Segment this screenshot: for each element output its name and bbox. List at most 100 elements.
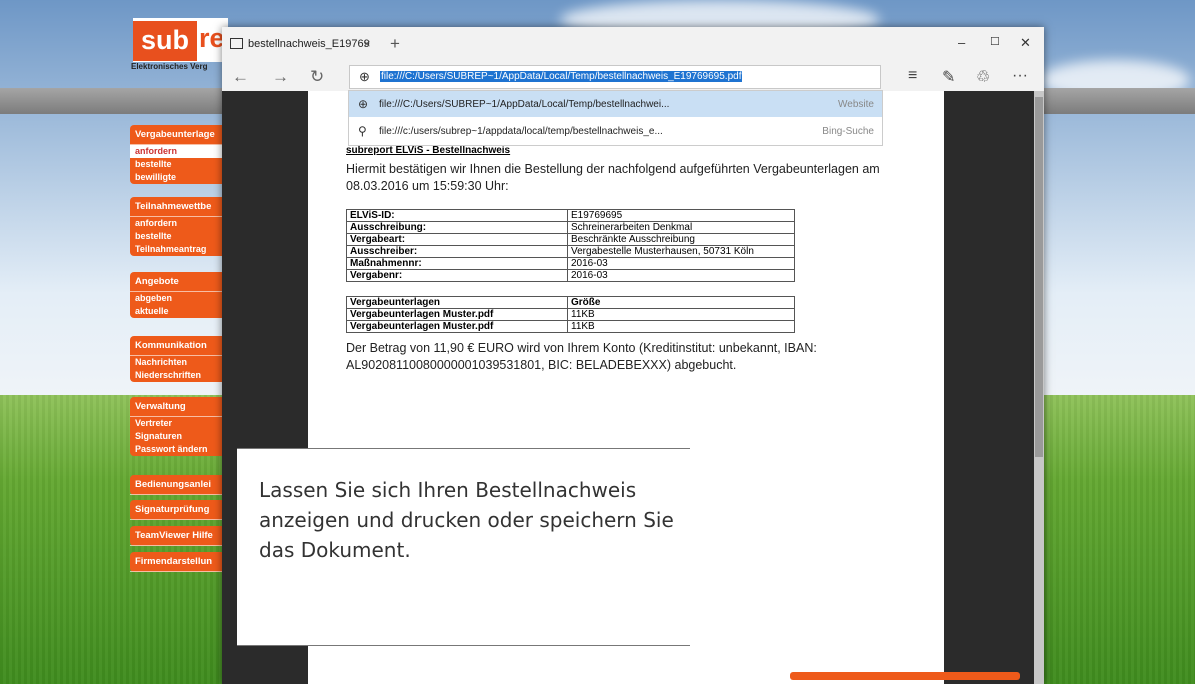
menu-group: Kommunikation Nachrichten Niederschriften [130, 336, 228, 382]
menu-item[interactable]: Signaturen [130, 430, 228, 443]
table-value-cell: 11KB [567, 320, 795, 333]
table-row: ELViS-ID: E19769695 [346, 209, 795, 222]
close-window-button[interactable]: ✕ [1020, 35, 1031, 51]
menu-heading[interactable]: Vergabeunterlage [130, 125, 228, 145]
app-bottom-button [790, 672, 1020, 680]
menu-item[interactable]: Teilnahmeantrag [130, 243, 228, 256]
details-table: ELViS-ID: E19769695 Ausschreibung: Schreine… [346, 209, 795, 282]
table-row: Vergabeunterlagen Größe [346, 296, 795, 309]
files-table: Vergabeunterlagen Größe Vergabeunterlagen … [346, 296, 795, 333]
table-value-cell: 11KB [567, 308, 795, 321]
table-value-cell: Vergabestelle Musterhausen, 50731 Köln [567, 245, 795, 258]
menu-heading[interactable]: Kommunikation [130, 336, 228, 356]
table-row: Vergabeart: Beschränkte Ausschreibung [346, 233, 795, 246]
menu-item[interactable]: Niederschriften [130, 369, 228, 382]
menu-group: Signaturprüfung [130, 500, 228, 520]
table-key-cell: Vergabeunterlagen [346, 296, 568, 309]
menu-group: Teilnahmewettbe anfordern bestellte Teilnah… [130, 197, 228, 256]
menu-group: Angebote abgeben aktuelle [130, 272, 228, 318]
table-row: Ausschreibung: Schreinerarbeiten Denkmal [346, 221, 795, 234]
more-icon[interactable]: ··· [1012, 67, 1028, 85]
table-value-cell: 2016-03 [567, 257, 795, 270]
share-icon[interactable]: ♲ [976, 67, 990, 87]
menu-group: Vergabeunterlage anfordern bestellte bewill… [130, 125, 228, 184]
pdf-content: subreport ELViS - Bestellnachweis Hiermi… [346, 145, 916, 374]
menu-heading[interactable]: Bedienungsanlei [130, 475, 228, 495]
new-tab-button[interactable]: + [390, 34, 400, 54]
pdf-title: subreport ELViS - Bestellnachweis [346, 145, 511, 156]
minimize-button[interactable]: – [958, 35, 965, 50]
menu-group: Firmendarstellun [130, 552, 228, 572]
table-key-cell: Vergabeart: [346, 233, 568, 246]
tab-title: bestellnachweis_E19769 [248, 38, 370, 50]
menu-group: Bedienungsanlei [130, 475, 228, 495]
caption-text: Lassen Sie sich Ihren Bestellnachweis an… [259, 478, 674, 562]
refresh-button[interactable]: ↻ [310, 67, 324, 87]
suggestion-website[interactable]: ⊕ file:///C:/Users/SUBREP~1/AppData/Loca… [349, 91, 882, 117]
close-tab-icon[interactable]: × [363, 36, 371, 51]
table-value-cell: E19769695 [567, 209, 795, 222]
menu-heading[interactable]: Firmendarstellun [130, 552, 228, 572]
menu-heading[interactable]: Signaturprüfung [130, 500, 228, 520]
table-row: Vergabenr: 2016-03 [346, 269, 795, 282]
table-key-cell: Vergabeunterlagen Muster.pdf [346, 308, 568, 321]
maximize-button[interactable]: ☐ [990, 35, 1000, 48]
navigation-bar: ← → ↻ ⊕ file:///C:/Users/SUBREP~1/AppDat… [222, 63, 1044, 91]
logo-box: sub [133, 21, 197, 61]
table-key-cell: Vergabenr: [346, 269, 568, 282]
payment-text: Der Betrag von 11,90 € EURO wird von Ihr… [346, 341, 817, 372]
table-row: Ausschreiber: Vergabestelle Musterhausen,… [346, 245, 795, 258]
logo-subtitle: Elektronisches Verg [131, 62, 208, 71]
menu-item[interactable]: anfordern [130, 217, 228, 230]
menu-item[interactable]: Passwort ändern [130, 443, 228, 456]
back-button[interactable]: ← [232, 67, 249, 87]
hub-icon[interactable]: ≡ [908, 67, 917, 85]
menu-group: TeamViewer Hilfe [130, 526, 228, 546]
table-row: Vergabeunterlagen Muster.pdf 11KB [346, 320, 795, 333]
table-value-cell: Größe [567, 296, 795, 309]
table-value-cell: 2016-03 [567, 269, 795, 282]
menu-item[interactable]: Vertreter [130, 417, 228, 430]
browser-tab[interactable]: bestellnachweis_E19769 × [222, 27, 371, 63]
table-key-cell: Vergabeunterlagen Muster.pdf [346, 320, 568, 333]
suggestion-text: file:///C:/Users/SUBREP~1/AppData/Local/… [379, 99, 670, 110]
suggestion-search[interactable]: ⚲ file:///c:/users/subrep~1/appdata/loca… [349, 118, 882, 144]
menu-item[interactable]: bestellte [130, 158, 228, 171]
search-icon: ⚲ [358, 124, 367, 138]
table-key-cell: ELViS-ID: [346, 209, 568, 222]
table-value-cell: Schreinerarbeiten Denkmal [567, 221, 795, 234]
suggestion-type: Website [838, 99, 874, 110]
suggestion-type: Bing-Suche [822, 126, 874, 137]
page-icon [230, 38, 243, 49]
pdf-intro: Hiermit bestätigen wir Ihnen die Bestell… [346, 162, 880, 193]
table-key-cell: Ausschreibung: [346, 221, 568, 234]
web-note-icon[interactable]: ✎ [942, 67, 955, 87]
suggestion-text: file:///c:/users/subrep~1/appdata/local/… [379, 126, 663, 137]
scrollbar-thumb[interactable] [1035, 97, 1043, 457]
address-bar[interactable]: ⊕ file:///C:/Users/SUBREP~1/AppData/Loca… [349, 65, 881, 89]
address-text[interactable]: file:///C:/Users/SUBREP~1/AppData/Local/… [380, 71, 743, 82]
menu-item[interactable]: bewilligte [130, 171, 228, 184]
menu-item[interactable]: anfordern [130, 145, 228, 158]
menu-item[interactable]: Nachrichten [130, 356, 228, 369]
menu-item[interactable]: bestellte [130, 230, 228, 243]
tab-bar: bestellnachweis_E19769 × + – ☐ ✕ [222, 27, 1044, 63]
table-key-cell: Ausschreiber: [346, 245, 568, 258]
menu-item[interactable]: abgeben [130, 292, 228, 305]
table-row: Maßnahmennr: 2016-03 [346, 257, 795, 270]
menu-heading[interactable]: Verwaltung [130, 397, 228, 417]
forward-button[interactable]: → [272, 67, 289, 87]
menu-heading[interactable]: TeamViewer Hilfe [130, 526, 228, 546]
address-suggestions: ⊕ file:///C:/Users/SUBREP~1/AppData/Loca… [348, 90, 883, 146]
menu-heading[interactable]: Teilnahmewettbe [130, 197, 228, 217]
menu-heading[interactable]: Angebote [130, 272, 228, 292]
tutorial-caption: Lassen Sie sich Ihren Bestellnachweis an… [237, 448, 690, 646]
table-key-cell: Maßnahmennr: [346, 257, 568, 270]
menu-item[interactable]: aktuelle [130, 305, 228, 318]
table-row: Vergabeunterlagen Muster.pdf 11KB [346, 308, 795, 321]
menu-group: Verwaltung Vertreter Signaturen Passwort än… [130, 397, 228, 456]
globe-icon: ⊕ [359, 69, 370, 84]
subreport-logo: sub rep [133, 18, 241, 62]
globe-icon: ⊕ [358, 97, 369, 111]
table-value-cell: Beschränkte Ausschreibung [567, 233, 795, 246]
